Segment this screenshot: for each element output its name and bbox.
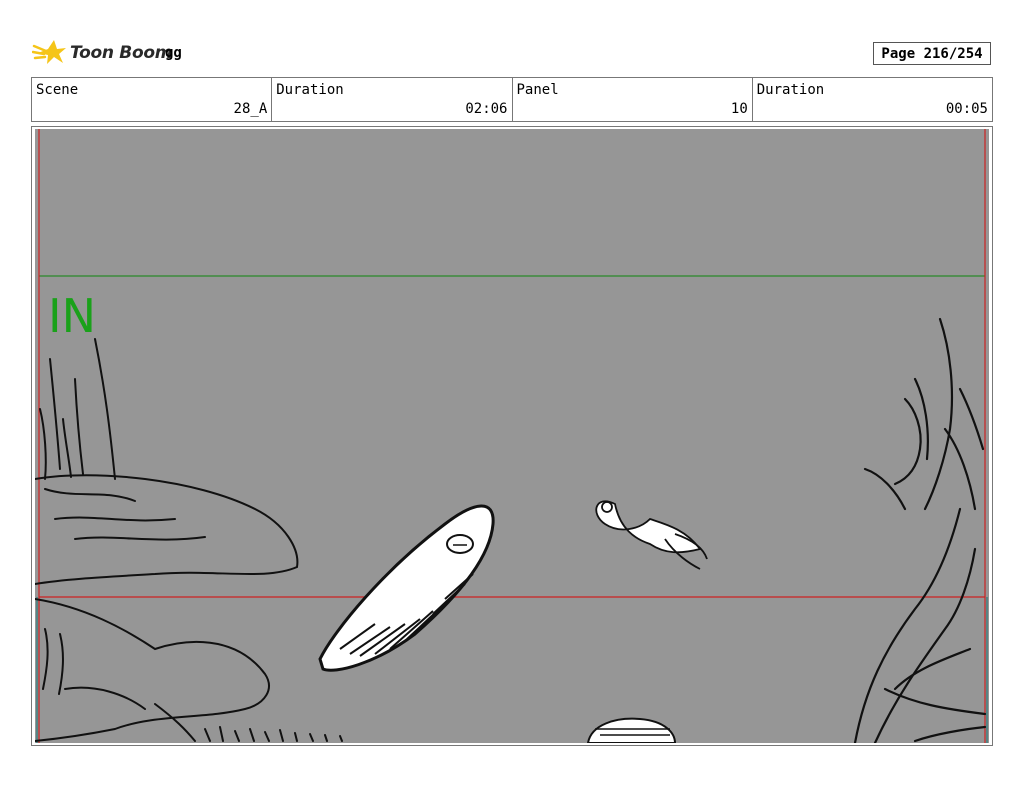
scene-label: Scene: [36, 82, 79, 98]
panel-duration-value: 00:05: [945, 101, 988, 117]
toon-boom-logo: Toon Boom: [32, 36, 172, 70]
sea-cucumber-sketch: [318, 504, 495, 672]
scene-duration-label: Duration: [276, 82, 344, 98]
toon-boom-star-icon: [32, 40, 66, 64]
scene-info-row: Scene 28_A Duration 02:06 Panel 10 Durat…: [31, 77, 993, 122]
panel-duration-cell: Duration 00:05: [753, 78, 992, 121]
right-kelp-sketch: [853, 317, 987, 743]
left-rocks-sketch: [35, 338, 343, 742]
in-annotation: IN: [48, 289, 96, 343]
scene-duration-cell: Duration 02:06: [272, 78, 513, 121]
scene-value: 28_A: [233, 101, 268, 117]
brand-name: Toon Boom: [70, 43, 173, 63]
scene-duration-value: 02:06: [465, 101, 508, 117]
squid-sketch: [595, 500, 708, 570]
underwater-sketch: [35, 129, 988, 743]
shell-sketch: [586, 717, 677, 743]
panel-duration-label: Duration: [756, 82, 825, 98]
panel-drawing-area: IN: [35, 129, 989, 743]
storyboard-panel: IN: [31, 126, 993, 746]
page-number: Page 216/254: [873, 42, 991, 65]
project-name: gg: [165, 45, 182, 61]
panel-cell: Panel 10: [513, 78, 753, 121]
scene-cell: Scene 28_A: [32, 78, 273, 121]
panel-value: 10: [730, 101, 748, 117]
panel-label: Panel: [516, 82, 559, 98]
